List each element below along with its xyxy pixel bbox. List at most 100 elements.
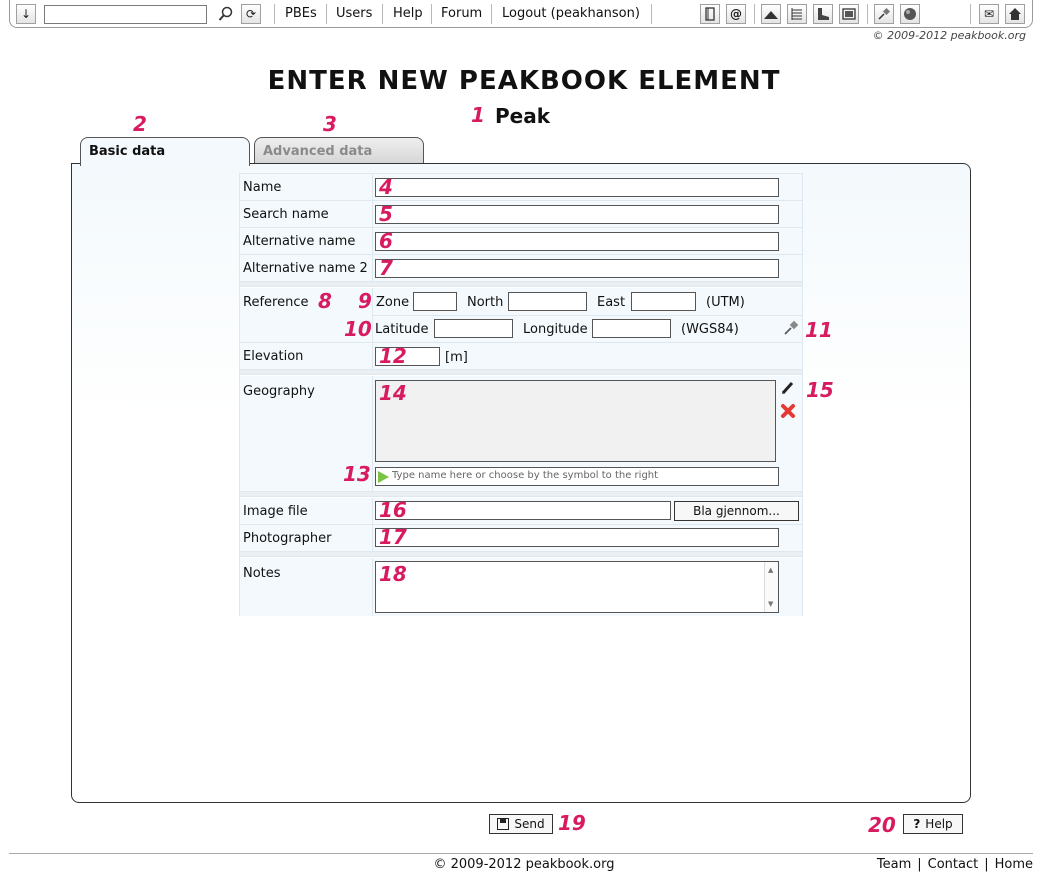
footer-divider xyxy=(9,853,1033,854)
marker-10: 10 xyxy=(344,317,372,341)
marker-5: 5 xyxy=(379,202,393,226)
marker-18: 18 xyxy=(379,562,407,586)
send-label: Send xyxy=(514,817,545,831)
north-label: North xyxy=(467,295,504,310)
toolbar-separator xyxy=(491,4,492,24)
play-icon xyxy=(378,471,389,483)
mountain-icon[interactable] xyxy=(761,4,781,24)
nav-link-users[interactable]: Users xyxy=(336,6,372,21)
marker-12: 12 xyxy=(379,344,407,368)
name-label: Name xyxy=(243,180,282,195)
zone-label: Zone xyxy=(376,295,410,310)
zone-input[interactable] xyxy=(413,292,457,311)
alt-name2-label: Alternative name 2 xyxy=(243,261,368,276)
alt-name-label: Alternative name xyxy=(243,234,356,249)
at-icon[interactable]: @ xyxy=(726,4,746,24)
browse-button[interactable]: Bla gjennom... xyxy=(674,501,799,521)
marker-17: 17 xyxy=(379,525,407,549)
notes-textarea[interactable]: ▲ ▼ xyxy=(375,561,779,613)
refresh-icon[interactable]: ⟳ xyxy=(241,4,261,24)
footer-link-home[interactable]: Home xyxy=(995,857,1033,872)
magnifier-icon[interactable] xyxy=(216,4,236,24)
row-spacer xyxy=(240,370,802,375)
image-file-label: Image file xyxy=(243,504,308,519)
map-pin-icon[interactable] xyxy=(783,320,799,336)
home-icon[interactable] xyxy=(1005,4,1025,24)
save-disk-icon xyxy=(497,818,510,830)
photographer-input[interactable] xyxy=(375,528,779,547)
tab-basic-data[interactable]: Basic data xyxy=(80,137,250,166)
tab-advanced-data[interactable]: Advanced data xyxy=(254,137,424,165)
name-input[interactable] xyxy=(375,178,779,197)
elevation-label: Elevation xyxy=(243,349,304,364)
mail-icon[interactable]: ✉ xyxy=(979,4,999,24)
marker-7: 7 xyxy=(379,256,393,280)
marker-6: 6 xyxy=(379,229,393,253)
copyright-top: © 2009-2012 peakbook.org xyxy=(872,29,1026,42)
delete-icon[interactable] xyxy=(780,403,796,419)
scroll-up-icon[interactable]: ▲ xyxy=(768,566,773,574)
latitude-label: Latitude xyxy=(375,322,429,337)
help-button[interactable]: ? Help xyxy=(903,814,963,834)
marker-14: 14 xyxy=(379,381,407,405)
boot-icon[interactable] xyxy=(813,4,833,24)
marker-16: 16 xyxy=(379,498,407,522)
nav-link-pbes[interactable]: PBEs xyxy=(285,6,317,21)
marker-3: 3 xyxy=(323,112,337,136)
nav-link-logout[interactable]: Logout (peakhanson) xyxy=(502,6,640,21)
list-icon[interactable] xyxy=(787,4,807,24)
alt-name-input[interactable] xyxy=(375,232,779,251)
reference-divider xyxy=(372,315,802,316)
image-file-input[interactable] xyxy=(375,501,671,520)
marker-4: 4 xyxy=(379,175,393,199)
notes-label: Notes xyxy=(243,566,281,581)
row-spacer xyxy=(240,552,802,557)
toolbar-separator xyxy=(754,4,755,24)
book-icon[interactable] xyxy=(700,4,720,24)
geography-list[interactable] xyxy=(375,380,776,462)
pencil-icon[interactable] xyxy=(780,380,796,396)
elevation-unit: [m] xyxy=(445,350,468,365)
row-spacer xyxy=(240,282,802,287)
marker-2: 2 xyxy=(133,112,147,136)
marker-1: 1 xyxy=(471,103,485,127)
notes-scrollbar[interactable]: ▲ ▼ xyxy=(764,562,778,612)
geography-input[interactable]: Type name here or choose by the symbol t… xyxy=(375,467,779,486)
marker-9: 9 xyxy=(358,289,372,313)
marker-15: 15 xyxy=(806,378,834,402)
nav-link-help[interactable]: Help xyxy=(393,6,423,21)
marker-11: 11 xyxy=(805,318,833,342)
footer-link-contact[interactable]: Contact xyxy=(928,857,979,872)
longitude-input[interactable] xyxy=(592,319,671,338)
down-arrow-icon[interactable]: ↓ xyxy=(16,4,36,24)
toolbar-separator xyxy=(431,4,432,24)
footer-link-team[interactable]: Team xyxy=(877,857,911,872)
wgs-label: (WGS84) xyxy=(681,322,739,337)
footer-separator: | xyxy=(984,857,989,872)
utm-label: (UTM) xyxy=(706,295,745,310)
latitude-input[interactable] xyxy=(434,319,513,338)
element-form: Name 4 Search name 5 Alternative name 6 … xyxy=(239,173,803,616)
east-input[interactable] xyxy=(631,292,696,311)
toolbar-separator xyxy=(274,4,275,24)
marker-19: 19 xyxy=(558,811,586,835)
nav-link-forum[interactable]: Forum xyxy=(441,6,482,21)
send-button[interactable]: Send xyxy=(489,814,553,834)
element-type: Peak xyxy=(495,104,551,128)
scroll-down-icon[interactable]: ▼ xyxy=(768,600,773,608)
globe-icon[interactable] xyxy=(900,4,920,24)
search-input[interactable] xyxy=(44,5,207,24)
marker-20: 20 xyxy=(868,813,896,837)
geography-label: Geography xyxy=(243,384,315,399)
toolbar-separator xyxy=(867,4,868,24)
north-input[interactable] xyxy=(508,292,587,311)
reference-label: Reference xyxy=(243,295,309,310)
alt-name2-input[interactable] xyxy=(375,259,779,278)
picture-icon[interactable] xyxy=(839,4,859,24)
pin-icon[interactable] xyxy=(874,4,894,24)
top-toolbar: ↓ ⟳ PBEs Users Help Forum Logout (peakha… xyxy=(9,0,1033,28)
search-name-input[interactable] xyxy=(375,205,779,224)
footer-separator: | xyxy=(917,857,922,872)
toolbar-separator xyxy=(382,4,383,24)
page-title: ENTER NEW PEAKBOOK ELEMENT xyxy=(267,66,781,96)
